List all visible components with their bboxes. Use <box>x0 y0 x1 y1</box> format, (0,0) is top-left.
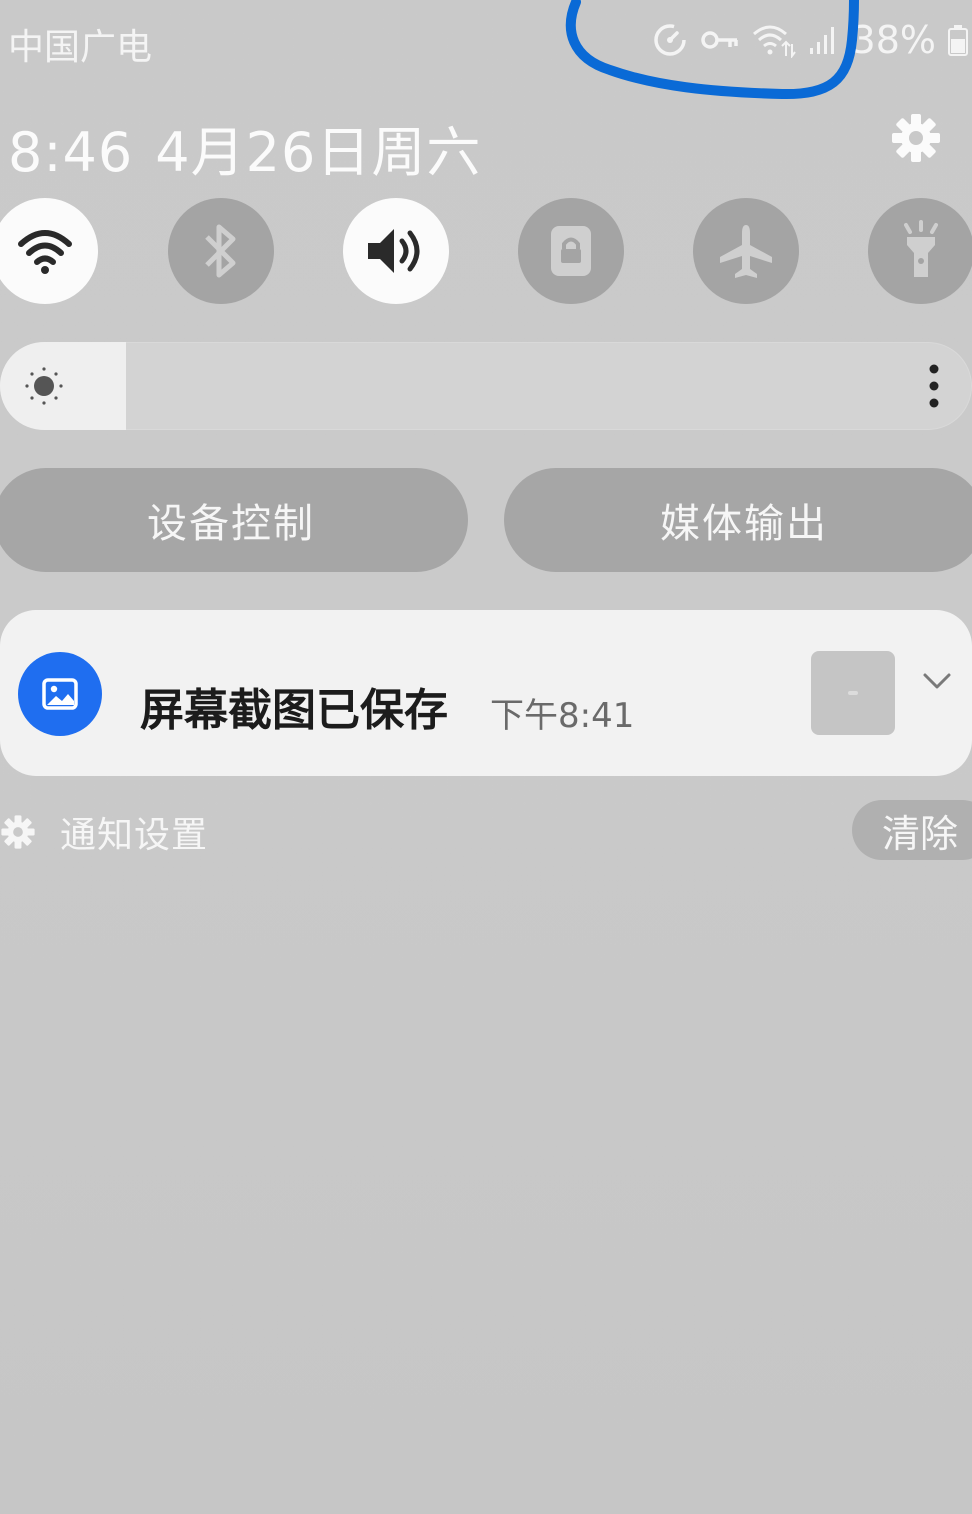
data-saver-icon <box>653 24 686 56</box>
qs-bluetooth-toggle[interactable] <box>168 198 274 304</box>
media-output-button[interactable]: 媒体输出 <box>504 468 972 572</box>
qs-rotation-lock-toggle[interactable] <box>518 198 624 304</box>
wifi-data-icon <box>752 25 796 58</box>
gear-icon <box>1 815 35 849</box>
screenshot-thumbnail[interactable] <box>811 651 895 735</box>
notification-time: 下午8:41 <box>490 696 635 736</box>
brightness-slider[interactable] <box>0 342 972 430</box>
image-icon <box>42 678 78 710</box>
lock-icon <box>551 226 591 276</box>
notification-app-icon <box>18 652 102 736</box>
wifi-icon <box>18 230 72 274</box>
signal-icon <box>809 27 834 54</box>
qs-wifi-toggle[interactable] <box>0 198 98 304</box>
quick-settings-row <box>0 198 972 306</box>
bluetooth-icon <box>205 224 236 278</box>
status-icons: 38% <box>652 16 968 64</box>
sun-icon <box>25 367 63 405</box>
date-time: 8:46 4月26日周六 <box>8 108 481 187</box>
qs-sound-toggle[interactable] <box>343 198 449 304</box>
carrier-name: 中国广电 <box>8 27 153 68</box>
airplane-icon <box>720 225 772 278</box>
chevron-down-icon[interactable] <box>922 668 952 692</box>
speaker-icon <box>368 229 420 273</box>
notification-settings-link[interactable]: 通知设置 <box>0 808 208 856</box>
notification-title: 屏幕截图已保存 <box>140 685 448 736</box>
notification-card[interactable]: 屏幕截图已保存 下午8:41 <box>0 610 972 776</box>
date-text: 4月26日周六 <box>155 121 482 184</box>
battery-icon <box>948 25 968 56</box>
qs-flashlight-toggle[interactable] <box>868 198 972 304</box>
flashlight-icon <box>904 220 938 277</box>
more-vertical-icon[interactable] <box>928 364 940 408</box>
vpn-key-icon <box>700 31 738 49</box>
notification-settings-label: 通知设置 <box>60 815 209 856</box>
battery-percent: 38% <box>851 18 936 62</box>
device-control-button[interactable]: 设备控制 <box>0 468 468 572</box>
qs-airplane-toggle[interactable] <box>693 198 799 304</box>
gear-icon[interactable] <box>890 112 942 164</box>
status-bar: 中国广电 38% <box>0 0 972 80</box>
clock-time: 8:46 <box>8 121 134 184</box>
clear-button[interactable]: 清除 <box>852 800 972 860</box>
